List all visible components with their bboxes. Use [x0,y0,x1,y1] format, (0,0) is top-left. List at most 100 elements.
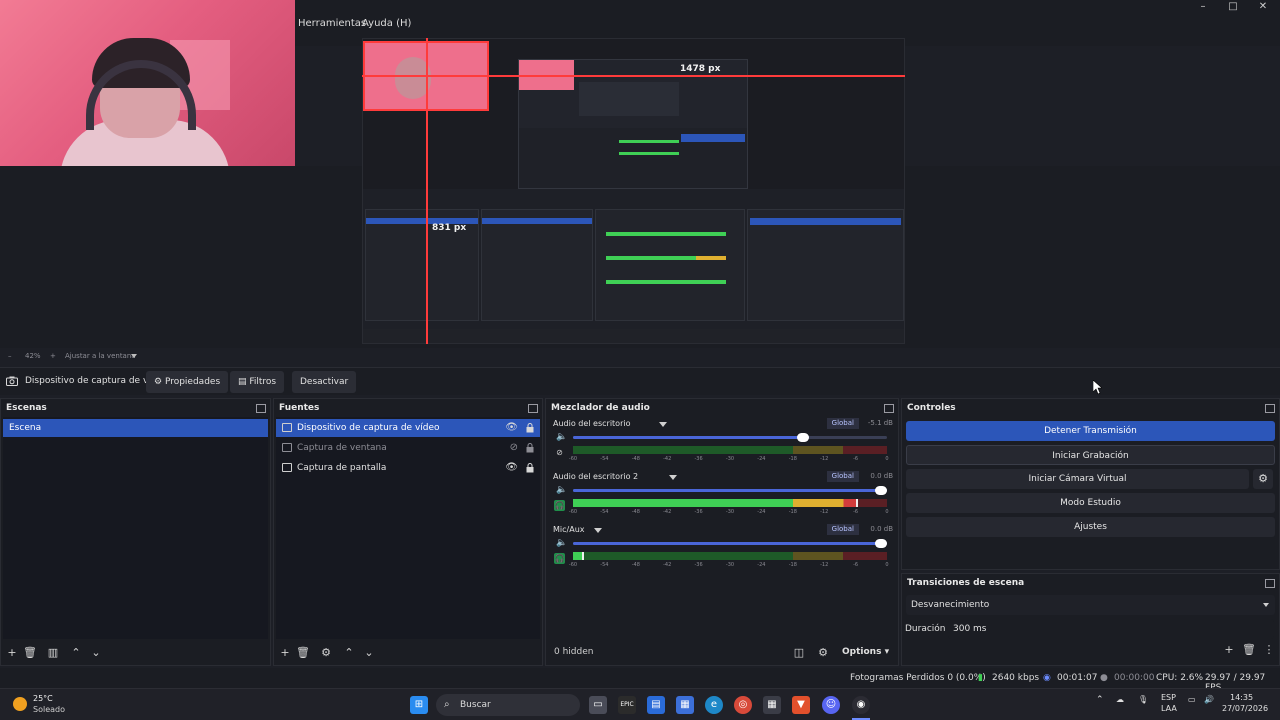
language-top[interactable]: ESP [1161,693,1176,702]
add-icon[interactable]: + [1222,644,1236,656]
taskbar: 25°C Soleado ⊞ ⌕ Buscar ▭ EPIC ▤ ▦ e ◎ ▦… [0,688,1280,720]
undock-icon[interactable] [256,404,266,413]
eye-icon[interactable]: 👁 [505,459,518,477]
source-item[interactable]: Dispositivo de captura de vídeo 👁 [276,419,540,437]
language-bottom[interactable]: LAA [1161,704,1177,713]
scenes-footer: + 🗑 ▥ ⌃ ⌄ [1,641,270,665]
undock-icon[interactable] [1265,404,1275,413]
headphones-icon[interactable]: 🎧 [554,553,565,564]
zoom-mode[interactable]: Ajustar a la ventana [65,352,136,360]
task-view-icon[interactable]: ▭ [589,696,607,714]
microphone-icon[interactable]: 🎙 [1138,695,1148,704]
maximize-button[interactable]: □ [1218,0,1248,14]
volume-slider[interactable] [573,539,887,548]
lock-icon[interactable] [526,423,534,433]
stop-stream-button[interactable]: Detener Transmisión [906,421,1275,441]
advanced-audio-icon[interactable]: ⚙ [816,647,830,659]
zoom-out-button[interactable]: – [8,352,12,360]
clock-time[interactable]: 14:35 [1230,693,1253,702]
volume-slider[interactable] [573,486,887,495]
scene-item[interactable]: Escena [3,419,268,437]
start-virtual-camera-button[interactable]: Iniciar Cámara Virtual [906,469,1249,489]
headphones-icon[interactable]: 🎧 [554,500,565,511]
trash-icon[interactable]: 🗑 [23,647,37,659]
cloud-icon[interactable]: ☁ [1116,695,1124,704]
minimize-button[interactable]: – [1188,0,1218,14]
eye-off-icon[interactable]: ⊘ [510,439,518,457]
clock-date[interactable]: 27/07/2026 [1222,704,1268,713]
source-item[interactable]: Captura de pantalla 👁 [276,459,540,477]
epic-games-icon[interactable]: EPIC [618,696,636,714]
discord-icon[interactable]: ☺ [822,696,840,714]
gear-icon[interactable]: ⚙ [319,647,333,659]
speaker-icon[interactable]: 🔈 [556,432,567,442]
more-icon[interactable]: ⋮ [1262,644,1276,656]
properties-button[interactable]: ⚙ Propiedades [146,371,229,393]
chevron-down-icon[interactable] [659,422,667,427]
lock-icon[interactable] [526,463,534,473]
start-recording-button[interactable]: Iniciar Grabación [906,445,1275,465]
chevron-down-icon[interactable] [594,528,602,533]
calculator-icon[interactable]: ▦ [763,696,781,714]
nested-preview [518,59,748,189]
store-icon[interactable]: ▦ [676,696,694,714]
edge-icon[interactable]: e [705,696,723,714]
zoom-in-button[interactable]: + [50,352,56,360]
undock-icon[interactable] [1265,579,1275,588]
volume-slider[interactable] [573,433,887,442]
deactivate-button[interactable]: Desactivar [292,371,357,393]
volume-knob[interactable] [875,486,887,495]
close-button[interactable]: ✕ [1248,0,1278,14]
headphones-icon[interactable]: ⊘ [554,447,565,458]
chevron-down-icon[interactable] [131,354,137,358]
taskbar-search[interactable]: ⌕ Buscar [436,694,580,716]
trash-icon[interactable]: 🗑 [1242,644,1256,656]
preview-canvas[interactable] [362,38,905,344]
add-icon[interactable]: + [278,647,292,659]
dropped-frames: Fotogramas Perdidos 0 (0.0%) [850,673,986,683]
volume-knob[interactable] [875,539,887,548]
volume-knob[interactable] [796,433,809,442]
eye-icon[interactable]: 👁 [505,419,518,437]
transition-select[interactable]: Desvanecimiento [906,595,1275,615]
studio-mode-button[interactable]: Modo Estudio [906,493,1275,513]
move-down-icon[interactable]: ⌄ [362,647,376,659]
meter-scale: -60 -54 -48 -42 -36 -30 -24 -18 -12 -6 0 [568,562,889,568]
move-down-icon[interactable]: ⌄ [89,647,103,659]
scenes-list: Escena [3,417,268,639]
settings-button[interactable]: Ajustes [906,517,1275,537]
trash-icon[interactable]: 🗑 [296,647,310,659]
windows-start-icon[interactable]: ⊞ [410,696,428,714]
menu-tools[interactable]: Herramientas [298,18,366,29]
duration-spinbox[interactable]: 300 ms [948,619,1274,639]
move-up-icon[interactable]: ⌃ [69,647,83,659]
filters-button[interactable]: ▤ Filtros [230,371,285,393]
chevron-up-icon[interactable]: ⌃ [1096,695,1104,705]
source-item[interactable]: Captura de ventana ⊘ [276,439,540,457]
gear-icon[interactable]: ⚙ [1253,469,1273,489]
controls-title: Controles [907,403,956,413]
chevron-down-icon[interactable] [669,475,677,480]
level-meter [573,446,887,454]
obs-icon[interactable]: ◉ [852,696,870,714]
speaker-icon[interactable]: 🔈 [556,485,567,495]
hidden-count: 0 hidden [554,647,594,657]
undock-icon[interactable] [884,404,894,413]
record-icon: ● [1100,673,1108,683]
speaker-icon[interactable]: 🔈 [556,538,567,548]
add-icon[interactable]: + [5,647,19,659]
mixer-track: Audio del escritorio Global -5.1 dB 🔈 ⊘ -60 -5… [551,418,893,471]
options-button[interactable]: Options ▾ [842,647,889,657]
stream-time: 00:01:07 [1057,673,1098,683]
menu-help[interactable]: Ayuda (H) [362,18,411,29]
network-icon[interactable]: ▭ [1188,695,1196,704]
brave-icon[interactable]: ▼ [792,696,810,714]
filter-icon[interactable]: ▥ [46,647,60,659]
notes-icon[interactable]: ▤ [647,696,665,714]
chrome-icon[interactable]: ◎ [734,696,752,714]
layout-icon[interactable]: ◫ [792,647,806,659]
move-up-icon[interactable]: ⌃ [342,647,356,659]
lock-icon[interactable] [526,443,534,453]
volume-icon[interactable]: 🔊 [1204,695,1214,704]
undock-icon[interactable] [528,404,538,413]
